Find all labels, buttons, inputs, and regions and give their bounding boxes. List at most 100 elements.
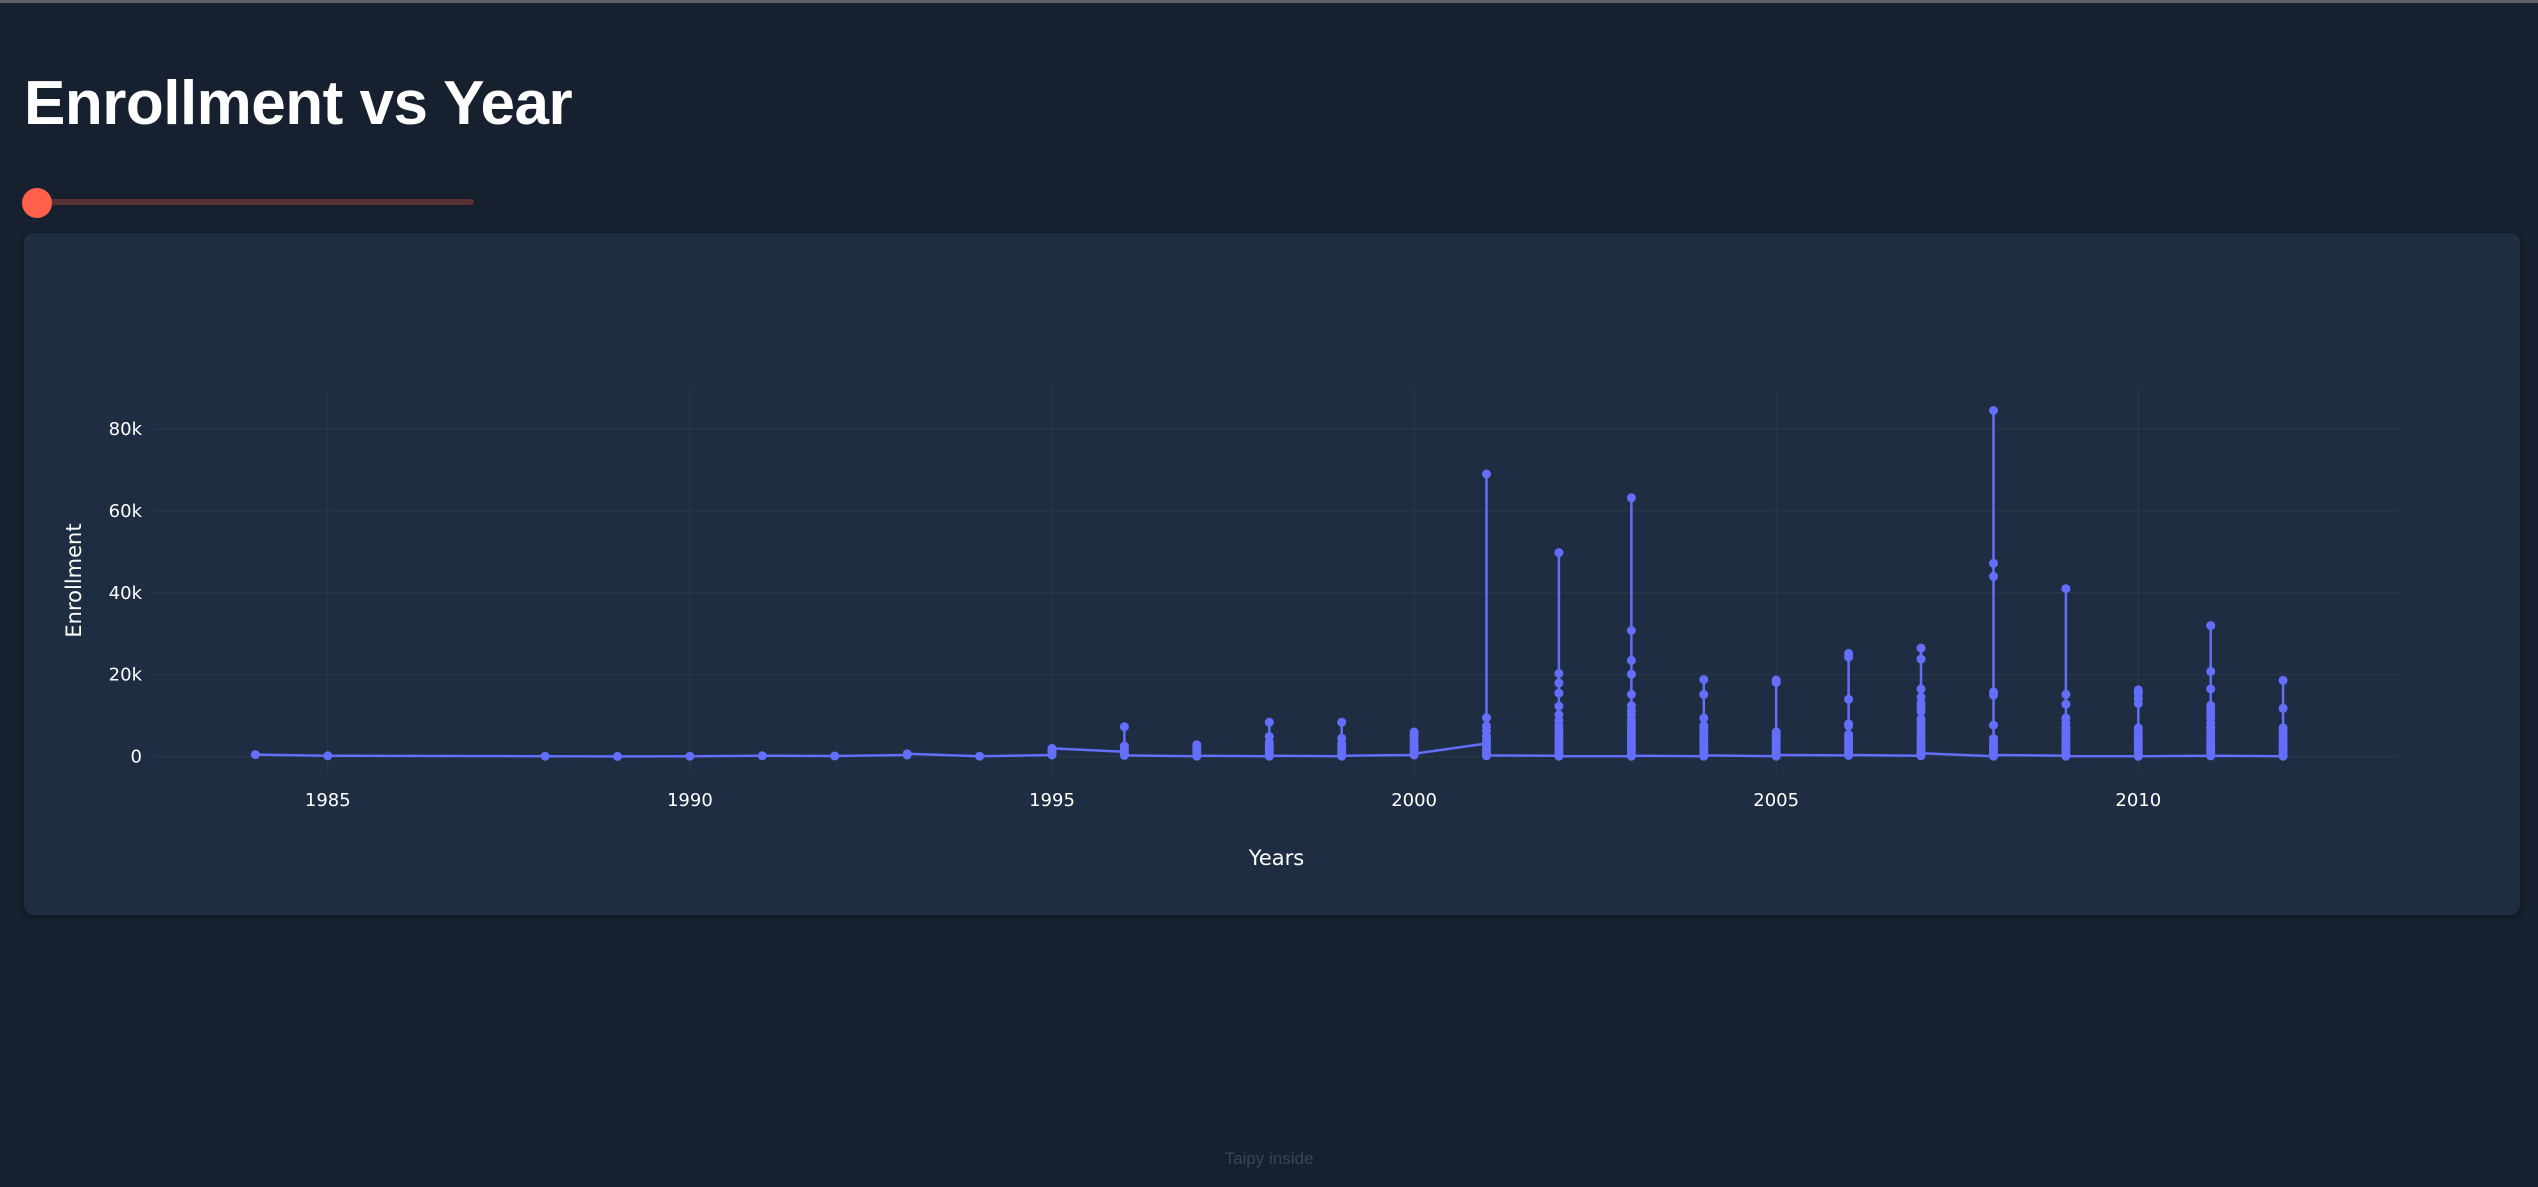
data-point — [2133, 685, 2143, 695]
data-point — [1192, 751, 1202, 761]
data-point — [2061, 699, 2071, 709]
year-slider[interactable] — [22, 188, 474, 218]
data-point — [1554, 701, 1564, 711]
data-point — [1699, 713, 1709, 723]
data-point — [1192, 740, 1202, 750]
x-tick-label: 2005 — [1753, 790, 1799, 811]
data-point — [1771, 750, 1781, 760]
data-point — [1119, 722, 1129, 732]
page-title: Enrollment vs Year — [24, 69, 573, 138]
data-point — [1626, 493, 1636, 503]
data-point — [2278, 723, 2288, 733]
data-point — [1264, 751, 1274, 761]
data-point — [1626, 669, 1636, 679]
data-point — [540, 751, 550, 761]
data-point — [1844, 648, 1854, 658]
data-point — [1626, 626, 1636, 635]
data-point — [1916, 692, 1926, 702]
data-point — [1916, 748, 1926, 758]
data-point — [1989, 571, 1998, 581]
series-line — [255, 409, 2285, 758]
data-point — [1916, 684, 1926, 694]
x-tick-label: 2000 — [1391, 790, 1437, 811]
slider-thumb[interactable] — [22, 188, 52, 218]
data-point — [2206, 666, 2216, 676]
y-tick-label: 0 — [131, 747, 142, 768]
x-tick-label: 1985 — [305, 790, 351, 811]
data-point — [1119, 741, 1129, 751]
slider-track[interactable] — [26, 199, 474, 205]
data-point — [2061, 713, 2071, 723]
data-point — [1554, 688, 1564, 698]
data-point — [1989, 750, 1998, 760]
data-point — [757, 751, 767, 761]
data-point — [2133, 751, 2143, 761]
data-point — [1844, 719, 1854, 729]
data-point — [1482, 750, 1491, 760]
y-tick-label: 20k — [109, 665, 143, 686]
data-point — [2278, 703, 2288, 713]
data-point — [2206, 684, 2216, 694]
y-tick-label: 80k — [109, 419, 143, 440]
data-point — [1916, 654, 1926, 664]
data-point — [1699, 689, 1709, 699]
data-point — [1989, 558, 1998, 568]
data-point — [2061, 689, 2071, 699]
data-point — [1989, 687, 1998, 697]
data-point — [2206, 700, 2216, 710]
data-point — [1337, 751, 1347, 761]
y-tick-label: 60k — [109, 501, 143, 522]
data-point — [1482, 721, 1491, 731]
data-point — [1554, 678, 1564, 688]
x-tick-label: 1990 — [667, 790, 713, 811]
data-point — [1916, 643, 1926, 653]
data-point — [613, 751, 622, 761]
chart-panel: 1985 1990 1995 2000 2005 2010 0 20k 40k 60k 80k Yea… — [24, 233, 2520, 915]
x-axis-title: Years — [1248, 846, 1304, 870]
data-point — [1554, 669, 1564, 678]
data-point — [1047, 743, 1057, 753]
x-tick-label: 2010 — [2115, 790, 2161, 811]
data-point — [1409, 727, 1419, 737]
data-point — [1699, 750, 1709, 760]
data-point — [1626, 701, 1636, 711]
data-point — [1554, 548, 1564, 558]
data-point — [2061, 584, 2071, 594]
data-point — [685, 751, 695, 761]
enrollment-chart[interactable]: 1985 1990 1995 2000 2005 2010 0 20k 40k 60k 80k Yea… — [24, 233, 2520, 915]
data-point — [1626, 751, 1636, 761]
data-point — [975, 751, 985, 761]
y-axis-title: Enrollment — [62, 523, 86, 637]
data-point — [1844, 750, 1854, 760]
data-point — [1264, 732, 1274, 741]
data-point — [1699, 675, 1709, 685]
data-point — [1989, 406, 1998, 415]
data-point — [1989, 720, 1998, 730]
data-point — [323, 751, 333, 761]
data-point — [2133, 723, 2143, 733]
data-point — [1482, 713, 1491, 723]
data-point — [2278, 675, 2288, 685]
data-point — [1626, 689, 1636, 699]
data-point — [1844, 730, 1854, 739]
data-point — [902, 749, 912, 759]
data-point — [2206, 751, 2216, 761]
data-point — [1264, 717, 1274, 727]
data-point — [1771, 727, 1781, 737]
x-tick-label: 1995 — [1029, 790, 1075, 811]
data-point — [830, 751, 840, 761]
data-point — [1337, 717, 1347, 727]
data-point — [1844, 694, 1854, 704]
data-point — [2206, 621, 2216, 631]
footer-text: Taipy inside — [1224, 1149, 1314, 1168]
data-point — [1554, 751, 1564, 761]
data-point — [1989, 734, 1998, 744]
y-tick-label: 40k — [109, 583, 143, 604]
data-point — [1409, 749, 1419, 759]
window-top-border — [0, 0, 2538, 3]
data-point — [1119, 750, 1129, 760]
data-point — [1554, 710, 1564, 720]
data-point — [2061, 751, 2071, 761]
data-point — [1482, 469, 1491, 479]
data-point — [1626, 655, 1636, 665]
